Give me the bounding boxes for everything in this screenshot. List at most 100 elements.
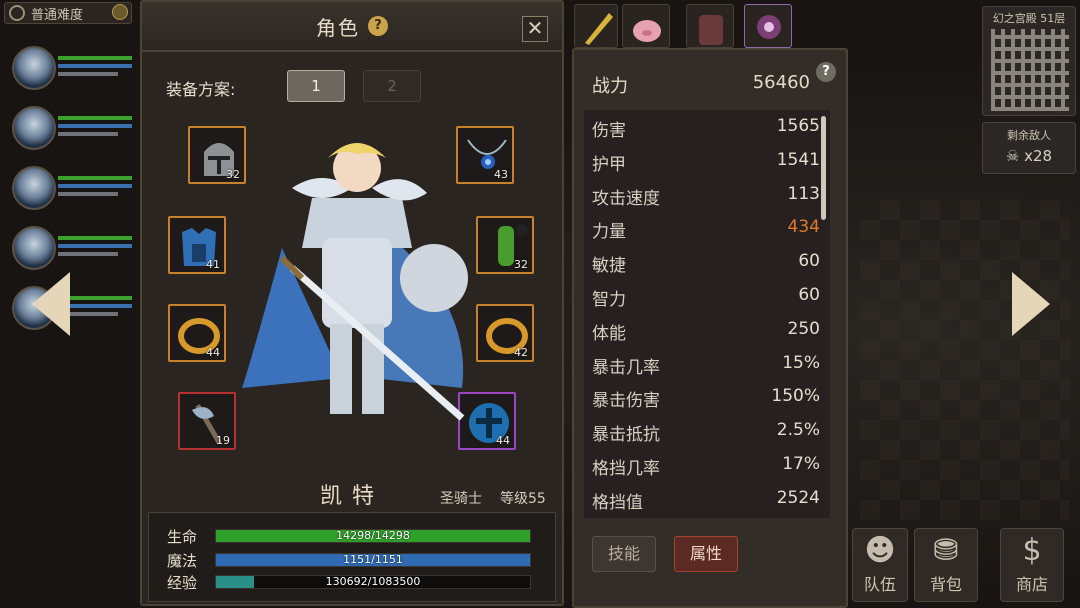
attribute-row: 暴击几率 15% <box>592 353 820 378</box>
party-mp-bar <box>58 64 132 68</box>
difficulty-label: 普通难度 <box>31 7 84 23</box>
armor-slot[interactable]: 41 <box>168 216 226 274</box>
ring-right-level: 42 <box>514 346 528 359</box>
hp-label: 生命 <box>167 527 198 546</box>
attribute-row: 伤害 1565 <box>592 116 820 141</box>
next-hero-arrow-icon[interactable] <box>1012 272 1050 336</box>
necklace-level: 43 <box>494 168 508 181</box>
attribute-value: 1541 <box>776 149 820 170</box>
attribute-value: 1565 <box>776 116 820 136</box>
tab-attributes[interactable]: 属性 <box>674 536 738 572</box>
shop-button[interactable]: $ 商店 <box>1000 528 1064 602</box>
character-panel-header: 角色 ? <box>142 2 562 52</box>
xp-bar: 130692/1083500 <box>215 575 531 589</box>
shield-level: 44 <box>496 434 510 447</box>
inventory-slot-armor-icon[interactable] <box>686 4 734 48</box>
party-member[interactable] <box>0 100 134 160</box>
shop-dollar-icon: $ <box>1022 533 1042 568</box>
attribute-value: 15% <box>782 352 820 373</box>
attribute-label: 暴击抵抗 <box>592 425 660 446</box>
party-hp-bar <box>58 116 132 120</box>
close-button[interactable]: ✕ <box>522 16 548 42</box>
attribute-row: 格挡几率 17% <box>592 454 820 479</box>
minimap[interactable]: 幻之宫殿 51层 <box>982 6 1076 116</box>
party-portrait-icon[interactable] <box>12 226 56 270</box>
party-portrait-icon[interactable] <box>12 46 56 90</box>
attribute-scrollbar[interactable] <box>821 116 826 220</box>
hero-level: 等级55 <box>500 491 546 507</box>
party-hp-bar <box>58 176 132 180</box>
ring-left-level: 44 <box>206 346 220 359</box>
attribute-label: 体能 <box>592 323 626 344</box>
attribute-row: 智力 60 <box>592 285 820 310</box>
ring-left-slot[interactable]: 44 <box>168 304 226 362</box>
floor-title: 幻之宫殿 51层 <box>992 12 1066 25</box>
party-xp-bar <box>58 252 118 256</box>
coin-icon <box>112 4 128 20</box>
mp-text: 1151/1151 <box>343 553 403 566</box>
attribute-label: 格挡值 <box>592 492 643 513</box>
party-xp-bar <box>58 192 118 196</box>
party-member[interactable] <box>0 220 134 280</box>
enemy-count-value: x28 <box>1024 147 1053 165</box>
loadout-button-2[interactable]: 2 <box>363 70 421 102</box>
attribute-value: 250 <box>787 318 820 339</box>
attributes-help-icon[interactable]: ? <box>816 62 836 82</box>
loadout-button-1[interactable]: 1 <box>287 70 345 102</box>
bag-icon: ⛃ <box>933 533 959 568</box>
tab-skills[interactable]: 技能 <box>592 536 656 572</box>
mp-label: 魔法 <box>167 551 198 570</box>
power-value: 56460 <box>752 72 810 93</box>
attribute-value: 60 <box>798 251 820 272</box>
attribute-row: 护甲 1541 <box>592 150 820 175</box>
party-hp-bar <box>58 236 132 240</box>
settings-gear-icon[interactable] <box>9 5 25 21</box>
attribute-row: 攻击速度 113 <box>592 184 820 209</box>
attributes-panel: 战力 56460 ? 伤害 1565 护甲 1541 攻击速度 113 力量 434 敏捷 60 智… <box>572 48 848 608</box>
xp-text: 130692/1083500 <box>325 575 421 588</box>
power-label: 战力 <box>592 76 628 97</box>
hp-text: 14298/14298 <box>336 529 410 542</box>
party-mp-bar <box>58 124 132 128</box>
hp-row: 生命 14298/14298 <box>167 527 531 546</box>
attribute-row: 暴击伤害 150% <box>592 386 820 411</box>
panel-title: 角色 <box>316 15 360 40</box>
help-icon[interactable]: ? <box>368 16 388 36</box>
party-member[interactable] <box>0 40 134 100</box>
attribute-value: 17% <box>782 454 820 474</box>
previous-hero-arrow-icon[interactable] <box>32 272 70 336</box>
party-portrait-icon[interactable] <box>12 106 56 150</box>
dungeon-floor <box>860 200 1070 520</box>
party-member[interactable] <box>0 160 134 220</box>
party-xp-bar <box>58 132 118 136</box>
party-mp-bar <box>58 184 132 188</box>
party-hp-bar <box>58 56 132 60</box>
attribute-label: 伤害 <box>592 121 626 141</box>
bag-button[interactable]: ⛃ 背包 <box>914 528 978 602</box>
skull-icon: ☠ <box>1005 147 1020 165</box>
inventory-slot-magic-icon[interactable] <box>744 4 792 48</box>
team-label: 队伍 <box>863 575 896 594</box>
hero-portrait <box>242 143 468 421</box>
power-row: 战力 56460 <box>592 72 810 98</box>
character-panel: 角色 ? ✕ 装备方案: 1 2 32 43 41 32 44 42 19 44 <box>140 0 564 606</box>
hp-bar: 14298/14298 <box>215 529 531 543</box>
inventory-slot-pig-icon[interactable] <box>622 4 670 48</box>
mp-bar: 1151/1151 <box>215 553 531 567</box>
inventory-slot-feather-icon[interactable] <box>574 4 618 48</box>
remaining-enemies-label: 剩余敌人 <box>1007 129 1051 142</box>
attribute-label: 护甲 <box>592 154 626 175</box>
party-portrait-icon[interactable] <box>12 166 56 210</box>
attribute-value: 2.5% <box>776 420 820 441</box>
party-mp-bar <box>58 244 132 248</box>
hero-name: 凯特 <box>320 484 385 509</box>
attribute-list[interactable]: 伤害 1565 护甲 1541 攻击速度 113 力量 434 敏捷 60 智力 60 体能 250 暴击几… <box>584 110 830 518</box>
attribute-value: 150% <box>771 386 820 407</box>
attribute-value: 60 <box>798 285 820 305</box>
attribute-row: 暴击抵抗 2.5% <box>592 420 820 445</box>
xp-row: 经验 130692/1083500 <box>167 573 531 592</box>
attribute-label: 暴击几率 <box>592 357 660 378</box>
attribute-value: 2524 <box>776 487 820 508</box>
attribute-row: 力量 434 <box>592 217 820 242</box>
team-button[interactable]: ☻ 队伍 <box>852 528 908 602</box>
